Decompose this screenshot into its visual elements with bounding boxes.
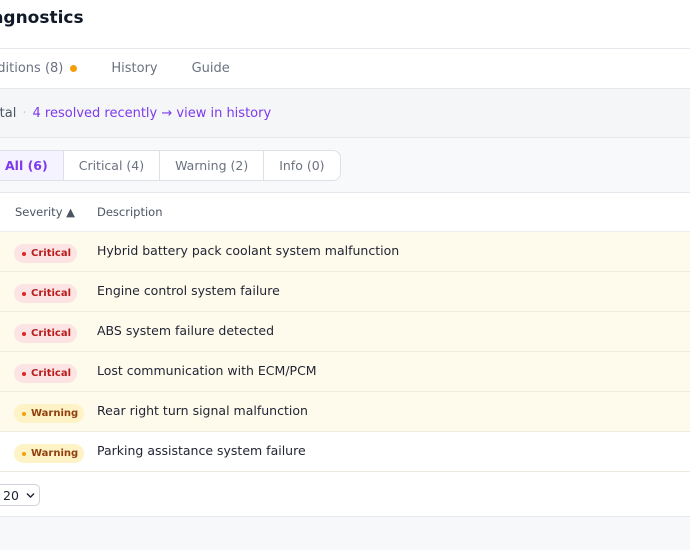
severity-label: Critical <box>31 288 72 299</box>
conditions-alert-dot-icon <box>70 65 78 72</box>
description-cell: Rear right turn signal malfunction <box>97 403 308 418</box>
tab-guide[interactable]: Guide <box>192 61 230 76</box>
severity-label: Warning <box>31 448 79 459</box>
table-row[interactable]: Critical Lost communication with ECM/PCM <box>0 352 690 392</box>
severity-filter: All (6) Critical (4) Warning (2) Info (0… <box>0 150 341 181</box>
severity-badge: Warning <box>14 404 85 423</box>
critical-dot-icon <box>22 371 26 376</box>
table-footer: 20 <box>0 473 690 517</box>
filter-all[interactable]: All (6) <box>0 151 64 180</box>
tab-conditions[interactable]: Conditions (8) <box>0 61 78 76</box>
severity-label: Warning <box>31 408 79 419</box>
page-title: Diagnostics <box>0 8 84 28</box>
description-cell: Hybrid battery pack coolant system malfu… <box>97 243 400 258</box>
severity-badge: Critical <box>14 244 78 263</box>
severity-badge: Critical <box>14 364 78 383</box>
severity-label: Critical <box>31 368 72 379</box>
summary-separator: · <box>22 106 27 121</box>
summary-strip: Total · 4 resolved recently → view in hist… <box>0 89 690 138</box>
table-row[interactable]: Critical ABS system failure detected <box>0 312 690 352</box>
description-cell: Lost communication with ECM/PCM <box>97 363 317 378</box>
filter-critical[interactable]: Critical (4) <box>64 151 161 180</box>
severity-badge: Critical <box>14 284 78 303</box>
view-history-link[interactable]: 4 resolved recently → view in history <box>33 106 272 121</box>
table-row[interactable]: Warning Parking assistance system failur… <box>0 432 690 472</box>
description-column-header: Description <box>97 205 163 219</box>
critical-dot-icon <box>22 251 26 256</box>
tab-history-label: History <box>111 61 158 76</box>
table-header: Severity ▲ Description <box>0 193 690 232</box>
description-cell: Parking assistance system failure <box>97 443 306 458</box>
filter-info[interactable]: Info (0) <box>264 151 339 180</box>
table-row[interactable]: Critical Hybrid battery pack coolant sys… <box>0 232 690 272</box>
critical-dot-icon <box>22 331 26 336</box>
summary-text: Total · 4 resolved recently → view in hist… <box>0 106 271 121</box>
diagnostics-page: Diagnostics Conditions (8) History Guide… <box>0 0 690 550</box>
severity-column-header[interactable]: Severity ▲ <box>15 205 75 219</box>
warning-dot-icon <box>22 411 26 416</box>
chevron-down-icon <box>26 492 35 498</box>
rows-per-page-value: 20 <box>3 487 19 503</box>
filter-area: All (6) Critical (4) Warning (2) Info (0… <box>0 138 690 193</box>
table-row[interactable]: Critical Engine control system failure <box>0 272 690 312</box>
tab-history[interactable]: History <box>111 61 157 76</box>
conditions-table-body: Critical Hybrid battery pack coolant sys… <box>0 232 690 472</box>
summary-total: Total <box>0 106 17 121</box>
severity-badge: Warning <box>14 444 85 463</box>
critical-dot-icon <box>22 291 26 296</box>
tab-guide-label: Guide <box>191 61 230 76</box>
tab-bar: Conditions (8) History Guide <box>0 49 264 88</box>
table-row[interactable]: Warning Rear right turn signal malfuncti… <box>0 392 690 432</box>
rows-per-page-select[interactable]: 20 <box>0 484 40 506</box>
severity-label: Critical <box>31 328 72 339</box>
severity-badge: Critical <box>14 324 78 343</box>
description-cell: ABS system failure detected <box>97 323 275 338</box>
filter-warning[interactable]: Warning (2) <box>160 151 265 180</box>
description-cell: Engine control system failure <box>97 283 280 298</box>
tab-conditions-label: Conditions (8) <box>0 61 64 76</box>
severity-label: Critical <box>31 248 72 259</box>
warning-dot-icon <box>22 451 26 456</box>
page-bottom-area <box>0 517 690 550</box>
